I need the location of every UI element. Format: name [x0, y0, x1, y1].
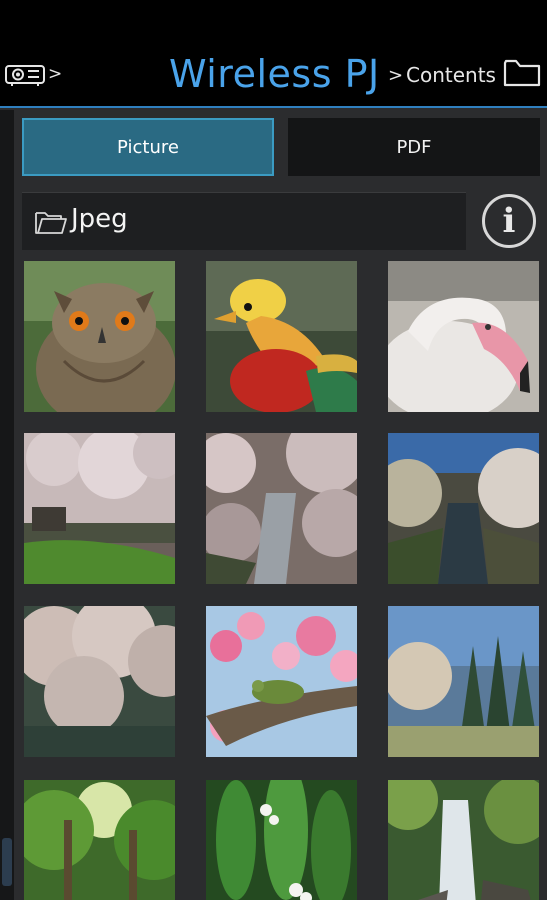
breadcrumb-contents[interactable]: Contents [406, 63, 496, 87]
thumbnail-bird-blossoms[interactable] [206, 606, 357, 757]
thumbnail-blossom-forest[interactable] [388, 606, 539, 757]
thumbnail-blossom-garden[interactable] [24, 433, 175, 584]
projector-icon[interactable] [4, 63, 46, 87]
thumbnail-blossom-tree[interactable] [24, 606, 175, 757]
thumbnail-pheasant[interactable] [206, 261, 357, 412]
folder-icon[interactable] [503, 58, 541, 88]
tab-picture-label: Picture [117, 136, 179, 158]
left-rail [0, 110, 14, 900]
thumbnail-waterfall[interactable] [388, 780, 539, 900]
info-icon[interactable]: i [482, 194, 536, 248]
tab-pdf-label: PDF [396, 136, 432, 158]
folder-open-icon [35, 212, 67, 234]
tab-pdf[interactable]: PDF [288, 118, 540, 176]
thumbnail-blossom-stream[interactable] [206, 433, 357, 584]
thumbnail-forest-canopy[interactable] [24, 780, 175, 900]
folder-name: Jpeg [71, 204, 128, 234]
thumbnail-owl[interactable] [24, 261, 175, 412]
folder-bar[interactable]: Jpeg [22, 192, 466, 250]
breadcrumb-separator: > [48, 64, 63, 84]
breadcrumb-separator: > [388, 65, 404, 86]
thumbnail-canal[interactable] [388, 433, 539, 584]
app-title: Wireless PJ [169, 52, 380, 96]
drawer-handle[interactable] [2, 838, 12, 886]
thumbnail-flamingo[interactable] [388, 261, 539, 412]
tab-picture[interactable]: Picture [22, 118, 274, 176]
thumbnail-lily-of-valley[interactable] [206, 780, 357, 900]
app-header: > Wireless PJ > Contents [0, 0, 547, 108]
